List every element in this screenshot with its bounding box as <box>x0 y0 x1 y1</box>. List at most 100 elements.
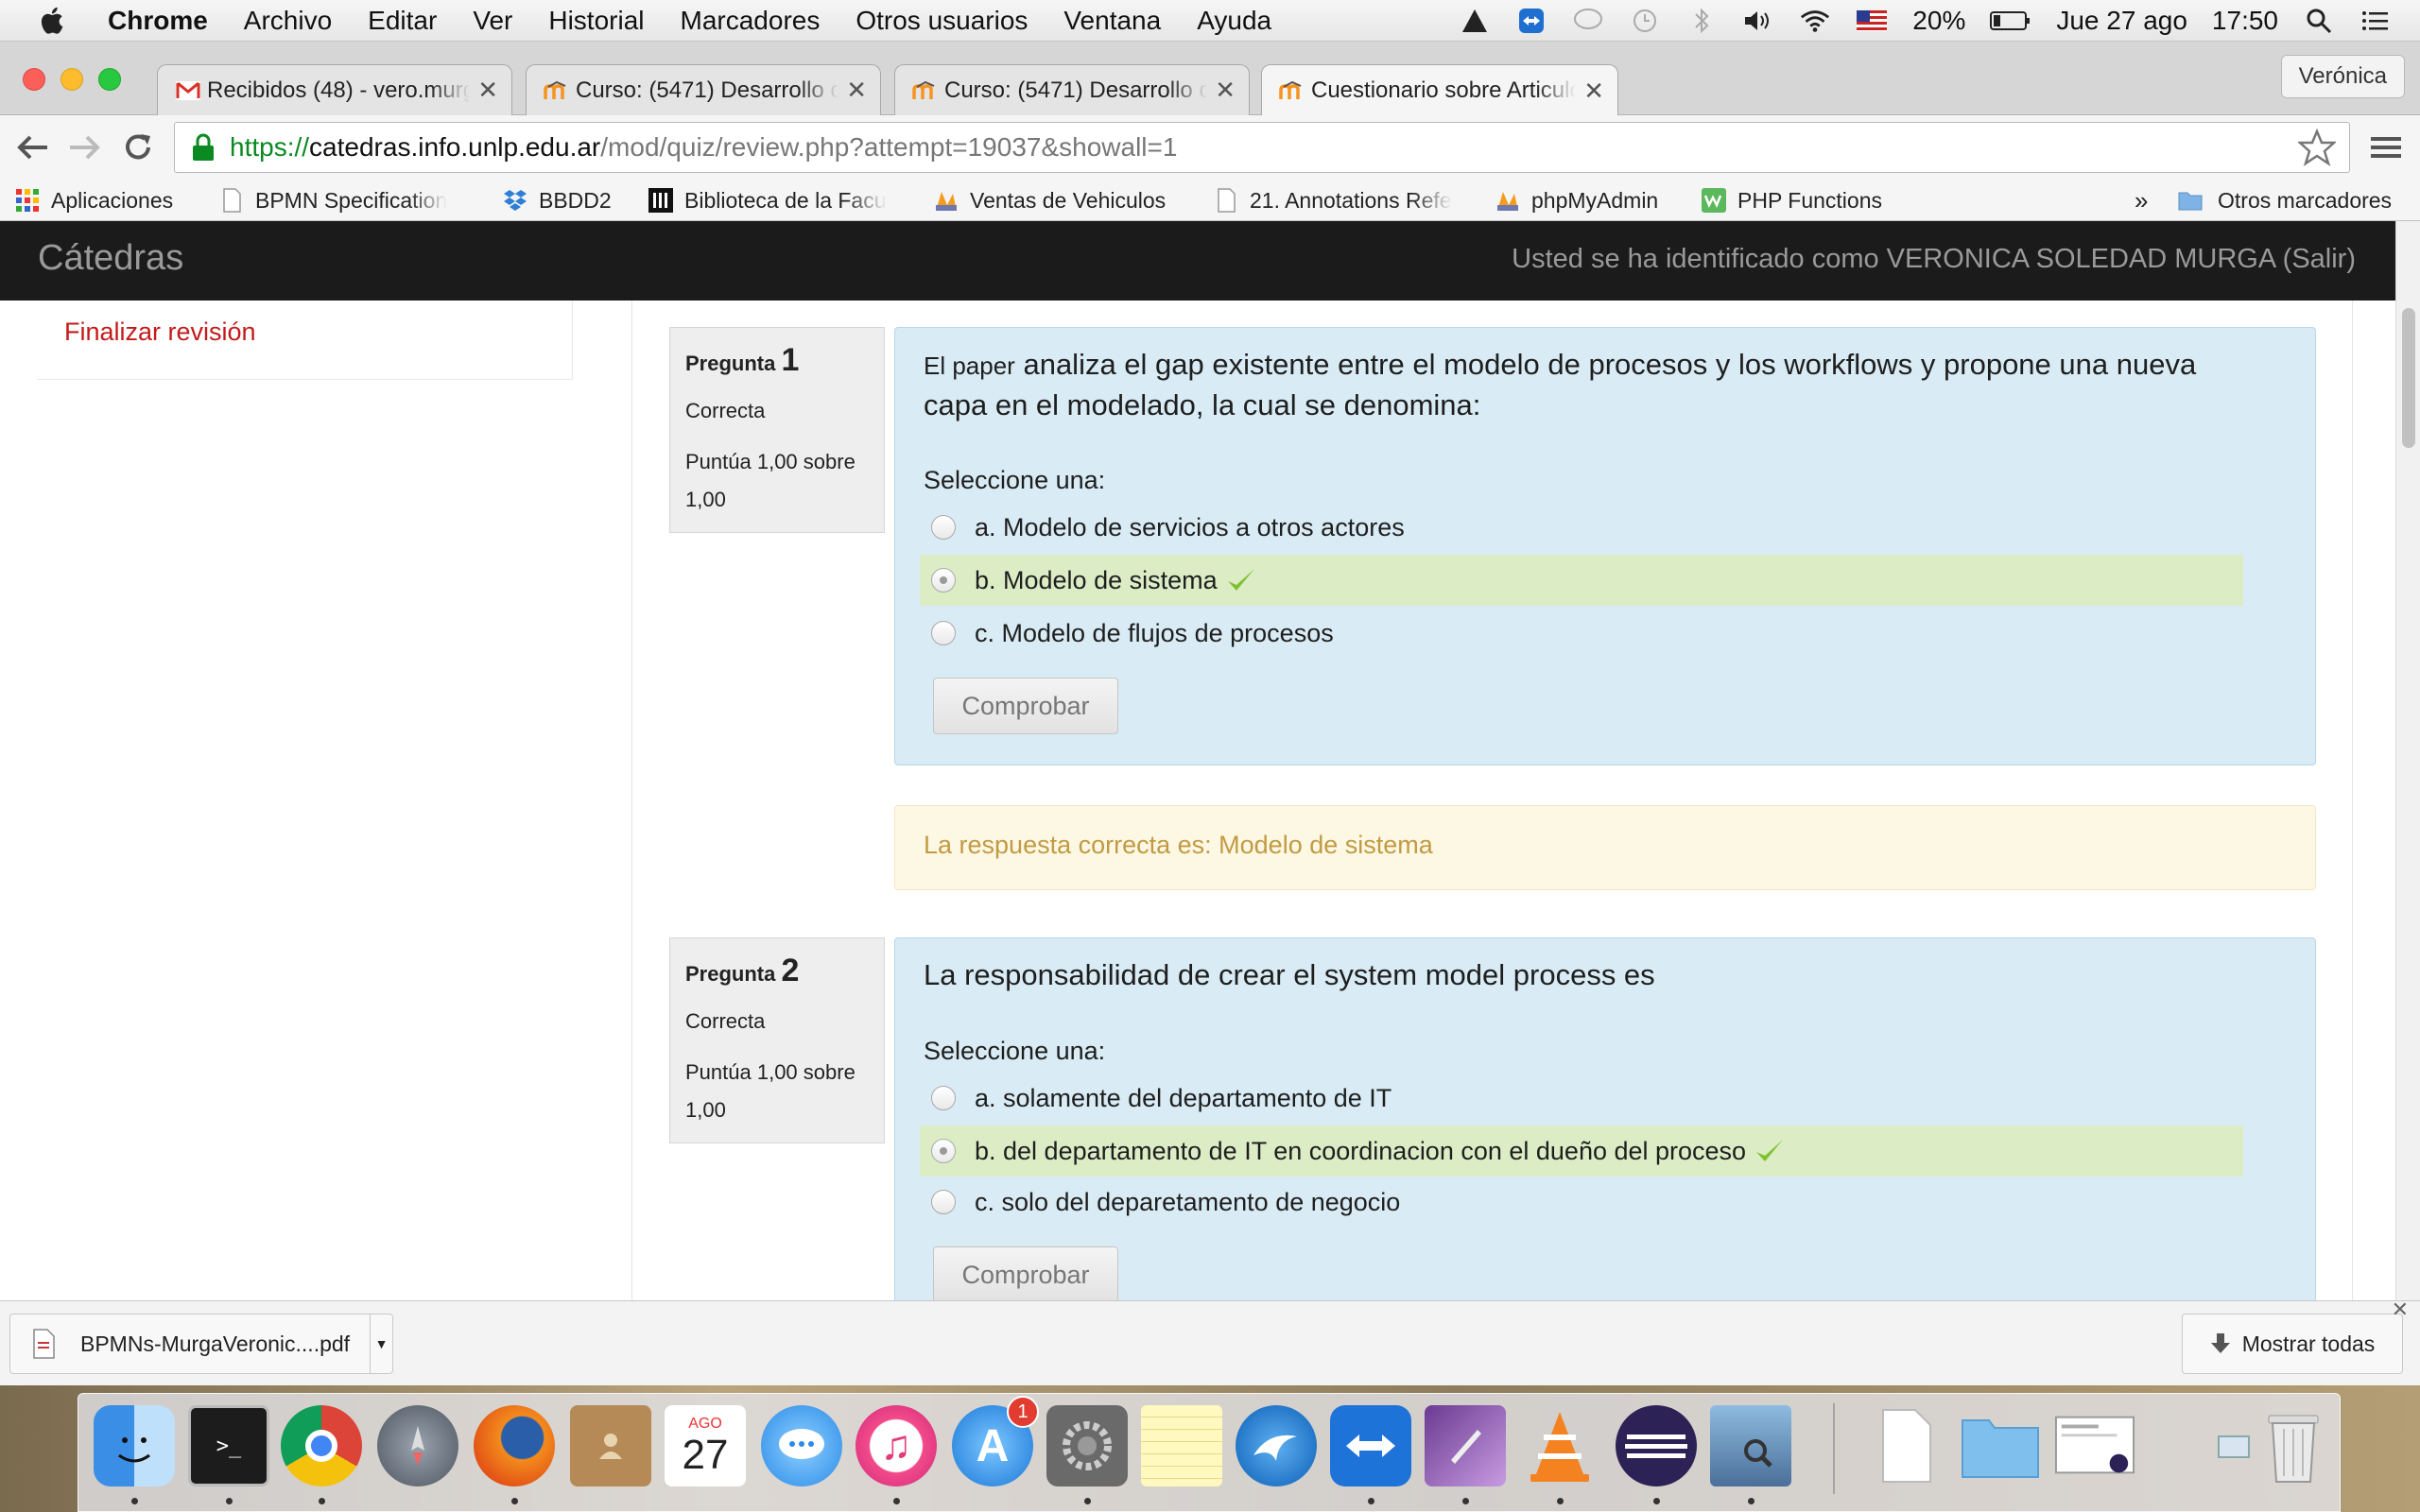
chrome-menu-button[interactable] <box>2365 127 2407 168</box>
answer-option[interactable]: c. Modelo de flujos de procesos <box>920 608 2243 659</box>
spotlight-icon[interactable] <box>2303 5 2335 37</box>
notes-icon[interactable] <box>1141 1405 1222 1486</box>
menu-archivo[interactable]: Archivo <box>244 6 332 36</box>
close-tab-icon[interactable]: ✕ <box>477 76 498 105</box>
calendar-icon[interactable]: AGO 27 <box>665 1405 746 1486</box>
menu-ventana[interactable]: Ventana <box>1063 6 1161 36</box>
feedback-text: La respuesta correcta es: Modelo de sist… <box>924 831 1433 859</box>
system-preferences-icon[interactable] <box>1046 1405 1128 1486</box>
menubar-time[interactable]: 17:50 <box>2212 6 2278 36</box>
battery-icon[interactable] <box>1990 5 2031 37</box>
menu-editar[interactable]: Editar <box>368 6 437 36</box>
google-drive-icon[interactable] <box>1459 5 1491 37</box>
close-tab-icon[interactable]: ✕ <box>846 76 867 105</box>
finder-icon[interactable] <box>94 1405 175 1486</box>
download-menu-arrow[interactable]: ▼ <box>370 1314 392 1373</box>
eclipse-icon[interactable] <box>1616 1405 1697 1486</box>
bookmark-biblioteca[interactable]: Biblioteca de la Facu <box>648 183 887 217</box>
launchpad-icon[interactable] <box>377 1405 458 1486</box>
screenshot-icon[interactable] <box>2054 1405 2135 1486</box>
close-window-button[interactable] <box>23 68 45 91</box>
folder-icon[interactable] <box>1960 1405 2041 1486</box>
preview-icon[interactable] <box>1710 1405 1791 1486</box>
itunes-icon[interactable]: ♫ <box>856 1405 937 1486</box>
volume-icon[interactable] <box>1742 5 1774 37</box>
download-item[interactable]: BPMNs-MurgaVeronic....pdf ▼ <box>9 1314 393 1374</box>
flag-us-icon[interactable] <box>1856 5 1888 37</box>
radio-button-checked[interactable] <box>931 568 956 593</box>
trash-icon[interactable] <box>2253 1405 2334 1486</box>
answer-option[interactable]: a. solamente del departamento de IT <box>920 1073 2243 1124</box>
answer-option[interactable]: a. Modelo de servicios a otros actores <box>920 502 2243 553</box>
menubar-date[interactable]: Jue 27 ago <box>2056 6 2187 36</box>
chrome-icon[interactable] <box>281 1405 362 1486</box>
close-shelf-icon[interactable]: ✕ <box>2392 1297 2409 1322</box>
login-info[interactable]: Usted se ha identificado como VERONICA S… <box>1512 244 2356 275</box>
other-bookmarks[interactable]: Otros marcadores <box>2174 183 2392 217</box>
bookmark-bbdd2[interactable]: BBDD2 <box>503 183 612 217</box>
back-button[interactable] <box>11 127 53 168</box>
radio-button[interactable] <box>931 1190 956 1214</box>
close-tab-icon[interactable]: ✕ <box>1583 77 1604 106</box>
document-icon[interactable] <box>1865 1405 1946 1486</box>
bookmark-annotations[interactable]: 21. Annotations Refe <box>1214 183 1452 217</box>
bluetooth-icon[interactable] <box>1685 5 1718 37</box>
answer-option-correct[interactable]: b. Modelo de sistema <box>920 555 2243 606</box>
bookmark-php-functions[interactable]: PHP Functions <box>1702 183 1882 217</box>
show-all-downloads-button[interactable]: Mostrar todas <box>2182 1314 2403 1374</box>
finish-review-link[interactable]: Finalizar revisión <box>64 318 256 347</box>
wifi-icon[interactable] <box>1799 5 1831 37</box>
radio-button[interactable] <box>931 1086 956 1110</box>
bookmark-star-icon[interactable] <box>2298 129 2336 166</box>
forward-button[interactable] <box>64 127 106 168</box>
profile-button[interactable]: Verónica <box>2280 55 2405 98</box>
contacts-icon[interactable] <box>570 1405 651 1486</box>
scrollbar-thumb[interactable] <box>2402 308 2415 448</box>
check-button[interactable]: Comprobar <box>933 1246 1118 1303</box>
teamviewer-icon[interactable] <box>1330 1405 1411 1486</box>
minimize-window-button[interactable] <box>60 68 83 91</box>
notification-center-icon[interactable] <box>2360 5 2392 37</box>
terminal-icon[interactable]: >_ <box>188 1405 269 1486</box>
site-name-link[interactable]: Cátedras <box>38 238 183 279</box>
bookmark-phpmyadmin[interactable]: phpMyAdmin <box>1495 183 1658 217</box>
openoffice-icon[interactable] <box>1236 1405 1317 1486</box>
messages-icon[interactable] <box>761 1405 842 1486</box>
vlc-icon[interactable] <box>1519 1405 1600 1486</box>
messages-icon[interactable] <box>1572 5 1604 37</box>
time-machine-icon[interactable] <box>1629 5 1661 37</box>
teamviewer-icon[interactable] <box>1515 5 1547 37</box>
running-indicator <box>1557 1498 1564 1504</box>
bookmark-label: BPMN Specification <box>255 187 448 213</box>
app-store-icon[interactable]: A 1 <box>952 1396 1039 1486</box>
question-grade: Puntúa 1,00 sobre 1,00 <box>685 1060 856 1122</box>
tab-curso-1[interactable]: Curso: (5471) Desarrollo de ✕ <box>526 64 881 115</box>
firefox-icon[interactable] <box>474 1405 555 1486</box>
bookmarks-overflow-button[interactable]: » <box>2135 183 2148 217</box>
tab-cuestionario[interactable]: Cuestionario sobre Articulo ✕ <box>1261 64 1618 116</box>
answer-option[interactable]: c. solo del deparetamento de negocio <box>920 1177 2243 1228</box>
bookmark-aplicaciones[interactable]: Aplicaciones <box>15 183 173 217</box>
radio-button[interactable] <box>931 621 956 645</box>
close-tab-icon[interactable]: ✕ <box>1215 76 1236 105</box>
menu-otros-usuarios[interactable]: Otros usuarios <box>856 6 1028 36</box>
check-button[interactable]: Comprobar <box>933 678 1118 734</box>
menu-app-name[interactable]: Chrome <box>108 6 208 36</box>
answer-option-correct[interactable]: b. del departamento de IT en coordinacio… <box>920 1125 2243 1177</box>
page-scrollbar[interactable] <box>2395 221 2420 1300</box>
graphics-icon[interactable] <box>1425 1405 1506 1486</box>
reload-button[interactable] <box>117 127 159 168</box>
radio-button-checked[interactable] <box>931 1139 956 1163</box>
radio-button[interactable] <box>931 515 956 540</box>
bookmark-ventas-vehiculos[interactable]: Ventas de Vehiculos <box>934 183 1166 217</box>
menu-historial[interactable]: Historial <box>548 6 644 36</box>
address-bar[interactable]: https://catedras.info.unlp.edu.ar/mod/qu… <box>174 122 2350 173</box>
tab-gmail[interactable]: Recibidos (48) - vero.murga ✕ <box>157 64 512 115</box>
menu-marcadores[interactable]: Marcadores <box>681 6 821 36</box>
apple-logo-icon[interactable] <box>36 4 70 38</box>
zoom-window-button[interactable] <box>98 68 121 91</box>
bookmark-bpmn-specification[interactable]: BPMN Specification <box>219 183 447 217</box>
tab-curso-2[interactable]: Curso: (5471) Desarrollo de ✕ <box>894 64 1250 115</box>
menu-ayuda[interactable]: Ayuda <box>1197 6 1271 36</box>
menu-ver[interactable]: Ver <box>473 6 512 36</box>
